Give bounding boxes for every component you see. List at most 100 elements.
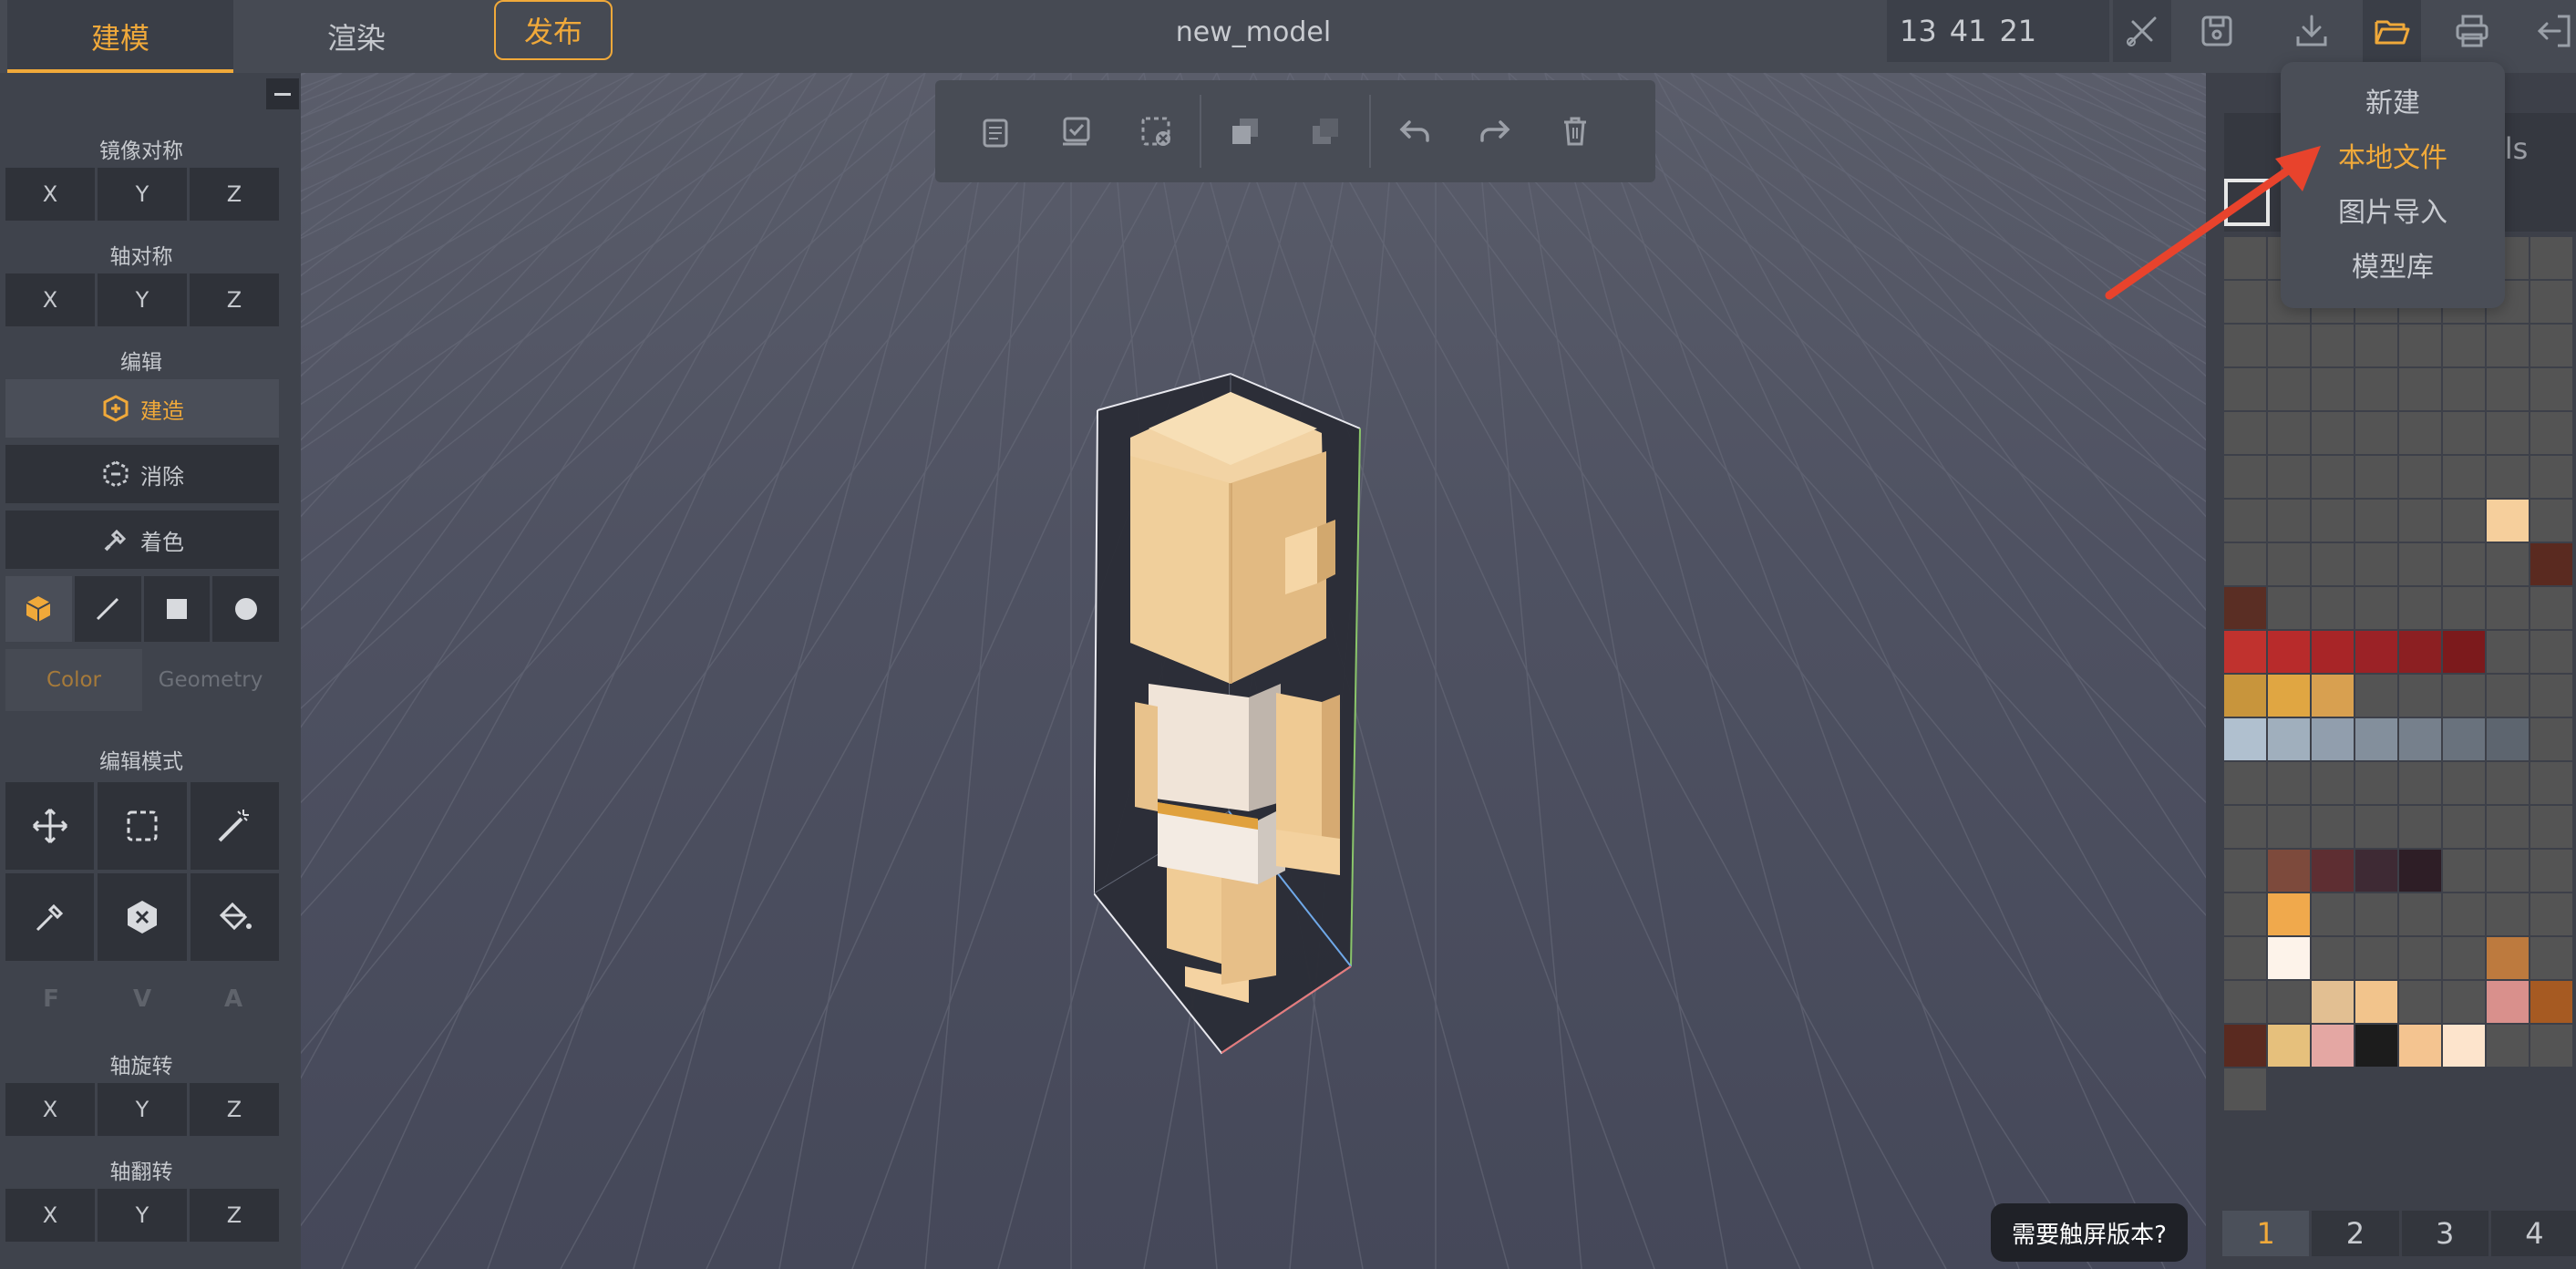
circle-shape-button[interactable] — [212, 576, 279, 642]
palette-swatch[interactable] — [2443, 587, 2485, 629]
palette-swatch[interactable] — [2268, 368, 2310, 410]
palette-swatch[interactable] — [2224, 500, 2266, 542]
palette-page-4[interactable]: 4 — [2490, 1211, 2576, 1256]
publish-button[interactable]: 发布 — [494, 0, 613, 60]
palette-swatch[interactable] — [2530, 1025, 2572, 1067]
palette-swatch[interactable] — [2268, 1025, 2310, 1067]
palette-swatch[interactable] — [2443, 456, 2485, 498]
palette-swatch[interactable] — [2399, 762, 2441, 804]
palette-swatch[interactable] — [2443, 718, 2485, 760]
palette-swatch[interactable] — [2443, 893, 2485, 935]
palette-swatch[interactable] — [2312, 631, 2354, 673]
palette-swatch[interactable] — [2530, 718, 2572, 760]
palette-swatch[interactable] — [2355, 456, 2397, 498]
palette-swatch[interactable] — [2399, 325, 2441, 366]
palette-swatch[interactable] — [2530, 981, 2572, 1023]
palette-swatch[interactable] — [2487, 456, 2529, 498]
mirror-x-button[interactable]: X — [5, 168, 95, 221]
palette-swatch[interactable] — [2312, 850, 2354, 892]
palette-swatch[interactable] — [2530, 893, 2572, 935]
axis-sym-x-button[interactable]: X — [5, 273, 95, 326]
download-button[interactable] — [2286, 5, 2337, 57]
axis-sym-y-button[interactable]: Y — [98, 273, 187, 326]
palette-swatch[interactable] — [2312, 937, 2354, 979]
palette-swatch[interactable] — [2530, 456, 2572, 498]
palette-swatch[interactable] — [2530, 325, 2572, 366]
palette-swatch[interactable] — [2224, 325, 2266, 366]
palette-swatch[interactable] — [2487, 675, 2529, 717]
palette-swatch[interactable] — [2268, 325, 2310, 366]
palette-swatch[interactable] — [2530, 412, 2572, 454]
rotate-x-button[interactable]: X — [5, 1083, 95, 1136]
palette-swatch[interactable] — [2224, 675, 2266, 717]
build-tool-button[interactable]: 建造 — [5, 379, 279, 438]
palette-swatch[interactable] — [2224, 893, 2266, 935]
palette-swatch[interactable] — [2224, 456, 2266, 498]
palette-swatch[interactable] — [2224, 587, 2266, 629]
palette-swatch[interactable] — [2487, 893, 2529, 935]
paint-tool-button[interactable]: 着色 — [5, 511, 279, 569]
palette-swatch[interactable] — [2224, 762, 2266, 804]
palette-swatch[interactable] — [2399, 937, 2441, 979]
palette-swatch[interactable] — [2355, 412, 2397, 454]
palette-swatch[interactable] — [2530, 937, 2572, 979]
rotate-z-button[interactable]: Z — [190, 1083, 279, 1136]
palette-swatch[interactable] — [2355, 675, 2397, 717]
vertex-button[interactable]: V — [97, 972, 188, 1027]
mirror-z-button[interactable]: Z — [190, 168, 279, 221]
palette-swatch[interactable] — [2399, 981, 2441, 1023]
axis-sym-z-button[interactable]: Z — [190, 273, 279, 326]
menu-item-new[interactable]: 新建 — [2281, 80, 2505, 120]
palette-swatch[interactable] — [2224, 631, 2266, 673]
palette-swatch[interactable] — [2355, 981, 2397, 1023]
palette-swatch[interactable] — [2487, 500, 2529, 542]
mirror-y-button[interactable]: Y — [98, 168, 187, 221]
delete-voxel-mode-button[interactable] — [98, 873, 187, 961]
palette-swatch[interactable] — [2487, 981, 2529, 1023]
palette-page-1[interactable]: 1 — [2222, 1211, 2310, 1256]
palette-swatch[interactable] — [2312, 412, 2354, 454]
palette-swatch[interactable] — [2530, 500, 2572, 542]
palette-page-2[interactable]: 2 — [2312, 1211, 2399, 1256]
palette-swatch[interactable] — [2487, 718, 2529, 760]
erase-tool-button[interactable]: 消除 — [5, 445, 279, 503]
palette-swatch[interactable] — [2443, 850, 2485, 892]
palette-swatch[interactable] — [2399, 893, 2441, 935]
deselect-button[interactable] — [1116, 91, 1196, 171]
print-button[interactable] — [2447, 5, 2498, 57]
palette-swatch[interactable] — [2312, 500, 2354, 542]
palette-swatch[interactable] — [2443, 937, 2485, 979]
palette-swatch[interactable] — [2312, 675, 2354, 717]
palette-swatch[interactable] — [2312, 718, 2354, 760]
palette-swatch[interactable] — [2399, 675, 2441, 717]
move-mode-button[interactable] — [5, 782, 95, 870]
palette-swatch[interactable] — [2399, 543, 2441, 585]
palette-swatch[interactable] — [2530, 762, 2572, 804]
geometry-mode-button[interactable]: Geometry — [142, 649, 279, 711]
3d-viewport[interactable] — [301, 73, 2206, 1269]
tab-model[interactable]: 建模 — [7, 0, 233, 73]
save-button[interactable] — [2191, 5, 2242, 57]
palette-swatch[interactable] — [2355, 368, 2397, 410]
face-button[interactable]: F — [5, 972, 97, 1027]
palette-swatch[interactable] — [2399, 850, 2441, 892]
palette-swatch[interactable] — [2355, 631, 2397, 673]
fill-mode-button[interactable] — [190, 873, 279, 961]
palette-swatch[interactable] — [2487, 368, 2529, 410]
palette-swatch[interactable] — [2224, 981, 2266, 1023]
undo-button[interactable] — [1375, 91, 1455, 171]
palette-swatch[interactable] — [2312, 981, 2354, 1023]
palette-swatch[interactable] — [2224, 1068, 2266, 1110]
touch-version-hint[interactable]: 需要触屏版本? — [1991, 1203, 2188, 1262]
palette-swatch[interactable] — [2312, 543, 2354, 585]
palette-swatch[interactable] — [2224, 850, 2266, 892]
palette-swatch[interactable] — [2268, 587, 2310, 629]
palette-swatch[interactable] — [2355, 806, 2397, 848]
palette-swatch[interactable] — [2268, 893, 2310, 935]
line-shape-button[interactable] — [74, 576, 141, 642]
palette-swatch[interactable] — [2443, 412, 2485, 454]
rect-shape-button[interactable] — [143, 576, 211, 642]
palette-swatch[interactable] — [2268, 543, 2310, 585]
palette-swatch[interactable] — [2443, 368, 2485, 410]
palette-swatch[interactable] — [2355, 850, 2397, 892]
